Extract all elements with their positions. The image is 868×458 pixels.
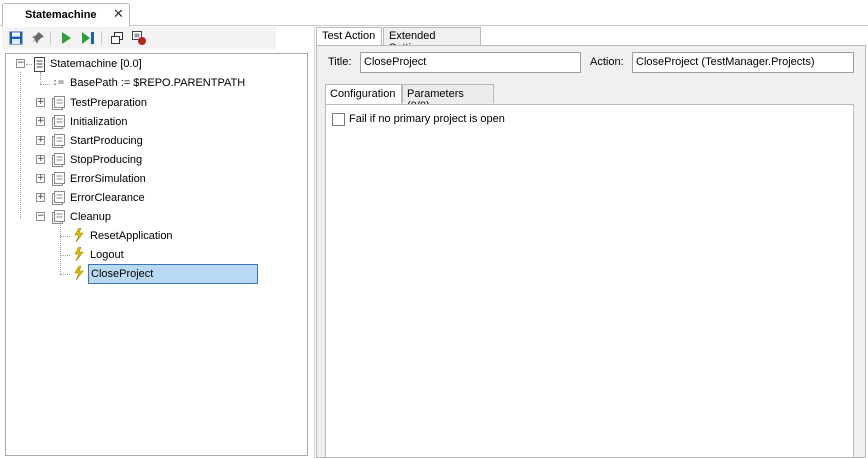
tree-item-basepath[interactable]: BasePath := $REPO.PARENTPATH [70, 77, 245, 89]
folder-state-icon [52, 134, 65, 148]
action-icon [74, 228, 84, 243]
toolbar-separator [101, 31, 102, 45]
title-label: Title: [328, 56, 352, 68]
expand-toggle-errorclearance[interactable]: + [36, 193, 45, 202]
tree-root-label[interactable]: Statemachine [0.0] [50, 58, 142, 70]
tab-statemachine[interactable]: Statemachine ✕ [2, 3, 130, 27]
tree-connector [60, 236, 70, 237]
fail-if-no-primary-project-label[interactable]: Fail if no primary project is open [349, 113, 505, 125]
variable-icon: := [52, 77, 65, 88]
step-icon [82, 32, 94, 44]
windows-icon [111, 32, 123, 44]
tree-connector [40, 72, 41, 84]
tree-connector [60, 255, 70, 256]
folder-state-icon [52, 172, 65, 186]
tree-connector [20, 72, 21, 219]
statemachine-icon [34, 57, 45, 72]
title-input[interactable]: CloseProject [360, 52, 581, 73]
close-icon[interactable]: ✕ [113, 7, 124, 21]
tree-item-startproducing[interactable]: StartProducing [70, 135, 143, 147]
folder-state-icon [52, 210, 65, 224]
tab-extended-settings[interactable]: Extended Settings [383, 27, 481, 54]
action-icon [74, 266, 84, 281]
record-icon [132, 31, 146, 45]
expand-toggle-errorsimulation[interactable]: + [36, 174, 45, 183]
tree-connector [26, 64, 32, 65]
expand-toggle-initialization[interactable]: + [36, 117, 45, 126]
tree-connector [60, 222, 61, 274]
save-button[interactable] [8, 30, 24, 46]
tree-item-cleanup[interactable]: Cleanup [70, 211, 111, 223]
tree-item-initialization[interactable]: Initialization [70, 116, 127, 128]
pin-icon [32, 32, 44, 44]
pin-button[interactable] [30, 30, 46, 46]
expand-toggle-stopproducing[interactable]: + [36, 155, 45, 164]
tree-connector [40, 84, 50, 85]
run-icon [62, 32, 71, 44]
fail-if-no-primary-project-checkbox[interactable] [332, 113, 345, 126]
collapse-toggle-cleanup[interactable]: − [36, 212, 45, 221]
folder-state-icon [52, 115, 65, 129]
statemachine-toolbar [2, 27, 276, 49]
tree-item-resetapplication[interactable]: ResetApplication [90, 230, 173, 242]
tree-item-logout[interactable]: Logout [90, 249, 124, 261]
panel-splitter[interactable] [314, 27, 315, 458]
tree-item-errorsimulation[interactable]: ErrorSimulation [70, 173, 146, 185]
tab-statemachine-label: Statemachine [25, 9, 97, 21]
tree-item-errorclearance[interactable]: ErrorClearance [70, 192, 145, 204]
tree-item-testpreparation[interactable]: TestPreparation [70, 97, 147, 109]
action-field[interactable]: CloseProject (TestManager.Projects) [632, 52, 854, 73]
tree-item-closeproject[interactable]: CloseProject [91, 268, 153, 280]
tree-connector [60, 274, 70, 275]
tab-test-action[interactable]: Test Action [316, 27, 382, 46]
tab-parameters[interactable]: Parameters (0/0) [402, 84, 494, 112]
toolbar-separator [50, 31, 51, 45]
action-label: Action: [590, 56, 624, 68]
tree-item-stopproducing[interactable]: StopProducing [70, 154, 142, 166]
configuration-panel [325, 104, 854, 458]
root-collapse-toggle[interactable]: − [16, 59, 25, 68]
folder-state-icon [52, 96, 65, 110]
action-icon [74, 247, 84, 262]
statemachine-tree[interactable]: − Statemachine [0.0] := BasePath := $REP… [5, 53, 308, 456]
expand-toggle-testpreparation[interactable]: + [36, 98, 45, 107]
folder-state-icon [52, 191, 65, 205]
action-tabs: Test Action Extended Settings [316, 27, 868, 54]
step-button[interactable] [80, 30, 96, 46]
windows-button[interactable] [109, 30, 125, 46]
tab-configuration[interactable]: Configuration [325, 84, 402, 105]
save-icon [9, 31, 23, 45]
run-button[interactable] [58, 30, 74, 46]
folder-state-icon [52, 153, 65, 167]
document-tab-strip: Statemachine ✕ [0, 0, 868, 27]
expand-toggle-startproducing[interactable]: + [36, 136, 45, 145]
record-button[interactable] [131, 30, 147, 46]
